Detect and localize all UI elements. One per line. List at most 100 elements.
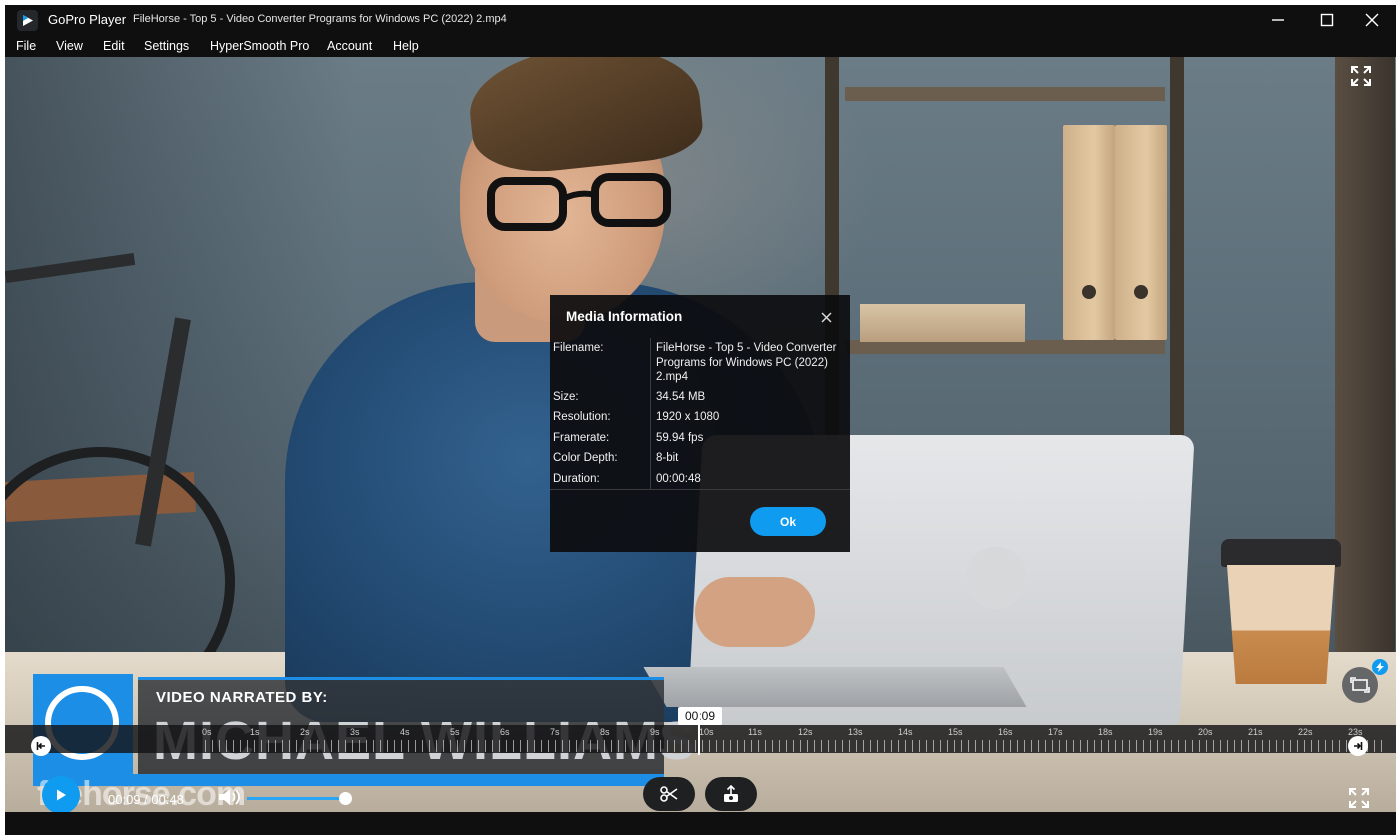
timeline-tick-label: 2s bbox=[300, 727, 310, 737]
media-information-dialog: Media Information Filename: FileHorse - … bbox=[550, 295, 850, 552]
timeline-tick-label: 21s bbox=[1248, 727, 1263, 737]
gopro-player-logo-icon bbox=[17, 10, 38, 31]
menu-help[interactable]: Help bbox=[393, 39, 419, 53]
timeline-tick-label: 13s bbox=[848, 727, 863, 737]
app-window: GoPro Player FileHorse - Top 5 - Video C… bbox=[5, 5, 1396, 835]
info-value: 8-bit bbox=[656, 452, 679, 464]
info-label: Size: bbox=[553, 391, 579, 403]
maximize-icon bbox=[1320, 13, 1334, 27]
timeline-tick-label: 17s bbox=[1048, 727, 1063, 737]
video-scene-shelf-board bbox=[845, 340, 1165, 354]
lightning-icon bbox=[1372, 659, 1388, 675]
menu-settings[interactable]: Settings bbox=[144, 39, 189, 53]
timeline-tick-label: 12s bbox=[798, 727, 813, 737]
timeline-tick-label: 14s bbox=[898, 727, 913, 737]
timeline[interactable]: 0s 1s 2s 3s 4s 5s 6s 7s 8s 9s 10s 11s 12… bbox=[5, 713, 1396, 755]
menu-account[interactable]: Account bbox=[327, 39, 372, 53]
fullscreen-icon bbox=[1349, 788, 1369, 808]
info-value: 00:00:48 bbox=[656, 473, 701, 485]
video-scene-person-hair bbox=[464, 57, 706, 179]
timeline-tick-label: 20s bbox=[1198, 727, 1213, 737]
video-scene-binder bbox=[1063, 125, 1115, 340]
timeline-tick-label: 11s bbox=[748, 727, 762, 737]
info-divider bbox=[650, 338, 651, 490]
close-window-button[interactable] bbox=[1352, 5, 1392, 35]
playhead-time-label: 00:09 bbox=[678, 707, 722, 725]
trim-end-handle[interactable] bbox=[1348, 736, 1368, 756]
menu-edit[interactable]: Edit bbox=[103, 39, 125, 53]
video-scene-laptop-base bbox=[643, 667, 1027, 707]
volume-slider[interactable] bbox=[247, 792, 352, 805]
export-icon bbox=[724, 785, 738, 802]
playback-controls: 00:09 / 00:48 bbox=[5, 776, 1396, 812]
video-scene-box bbox=[860, 304, 1025, 342]
skip-to-end-icon bbox=[1354, 742, 1363, 750]
timeline-tick-label: 9s bbox=[650, 727, 660, 737]
volume-button[interactable] bbox=[216, 785, 242, 809]
menu-view[interactable]: View bbox=[56, 39, 83, 53]
info-value: 34.54 MB bbox=[656, 391, 706, 403]
timeline-tick-label: 0s bbox=[202, 727, 212, 737]
info-label: Resolution: bbox=[553, 411, 611, 423]
minimize-button[interactable] bbox=[1258, 5, 1298, 35]
ok-button[interactable]: Ok bbox=[750, 507, 826, 536]
timeline-tick-label: 4s bbox=[400, 727, 410, 737]
title-bar: GoPro Player FileHorse - Top 5 - Video C… bbox=[5, 5, 1396, 35]
close-icon bbox=[1365, 13, 1379, 27]
trim-button[interactable] bbox=[643, 777, 695, 811]
menu-file[interactable]: File bbox=[16, 39, 36, 53]
menu-hypersmooth-pro[interactable]: HyperSmooth Pro bbox=[210, 39, 309, 53]
trim-start-handle[interactable] bbox=[31, 736, 51, 756]
timeline-playhead[interactable] bbox=[698, 713, 700, 755]
info-label: Filename: bbox=[553, 342, 604, 354]
menu-bar: File View Edit Settings HyperSmooth Pro … bbox=[5, 35, 1396, 57]
minimize-icon bbox=[1272, 19, 1284, 21]
timeline-tick-label: 3s bbox=[350, 727, 360, 737]
timeline-tick-label: 8s bbox=[600, 727, 610, 737]
close-icon bbox=[821, 312, 831, 322]
dialog-title: Media Information bbox=[566, 309, 683, 324]
time-display: 00:09 / 00:48 bbox=[108, 792, 184, 807]
info-label: Color Depth: bbox=[553, 452, 618, 464]
volume-icon bbox=[219, 789, 240, 805]
info-value: FileHorse - Top 5 - Video Converter Prog… bbox=[656, 342, 837, 383]
timeline-tick-label: 10s bbox=[699, 727, 714, 737]
stabilize-icon bbox=[1350, 677, 1370, 693]
lower-third-horse-logo-icon bbox=[33, 674, 133, 774]
fullscreen-button[interactable] bbox=[1348, 787, 1370, 809]
timeline-tick-label: 16s bbox=[998, 727, 1013, 737]
dialog-divider bbox=[550, 489, 850, 490]
timeline-tick-label: 15s bbox=[948, 727, 963, 737]
hypersmooth-button[interactable] bbox=[1342, 667, 1378, 703]
video-scene-shelf-board bbox=[845, 87, 1165, 101]
scissors-icon bbox=[660, 786, 678, 802]
timeline-tick-label: 1s bbox=[250, 727, 260, 737]
timeline-tick-label: 22s bbox=[1298, 727, 1313, 737]
play-icon bbox=[57, 789, 66, 801]
info-label: Duration: bbox=[553, 473, 600, 485]
volume-slider-knob[interactable] bbox=[339, 792, 352, 805]
document-title: FileHorse - Top 5 - Video Converter Prog… bbox=[133, 13, 507, 25]
video-scene-hand bbox=[695, 577, 815, 647]
dialog-close-button[interactable] bbox=[814, 305, 838, 329]
lower-third-label: VIDEO NARRATED BY: bbox=[156, 689, 328, 706]
video-scene-bicycle bbox=[5, 247, 315, 717]
video-scene-right-shelf bbox=[1335, 57, 1395, 697]
export-frame-button[interactable] bbox=[705, 777, 757, 811]
info-value: 1920 x 1080 bbox=[656, 411, 720, 423]
volume-slider-fill bbox=[247, 797, 345, 800]
play-button[interactable] bbox=[42, 776, 80, 812]
app-name: GoPro Player bbox=[48, 12, 127, 27]
window-footer bbox=[5, 812, 1396, 835]
video-frame[interactable]: VIDEO NARRATED BY: MICHAEL WILLIAMS file… bbox=[5, 57, 1396, 812]
video-scene-binder bbox=[1115, 125, 1167, 340]
skip-to-start-icon bbox=[36, 742, 45, 750]
timeline-tick-label: 19s bbox=[1148, 727, 1163, 737]
video-scene-laptop-logo bbox=[965, 547, 1027, 609]
maximize-button[interactable] bbox=[1307, 5, 1347, 35]
timeline-ticks bbox=[205, 740, 1385, 752]
info-value: 59.94 fps bbox=[656, 432, 704, 444]
timeline-tick-label: 6s bbox=[500, 727, 510, 737]
video-scene-glasses bbox=[487, 173, 671, 231]
expand-icon[interactable] bbox=[1350, 65, 1372, 87]
